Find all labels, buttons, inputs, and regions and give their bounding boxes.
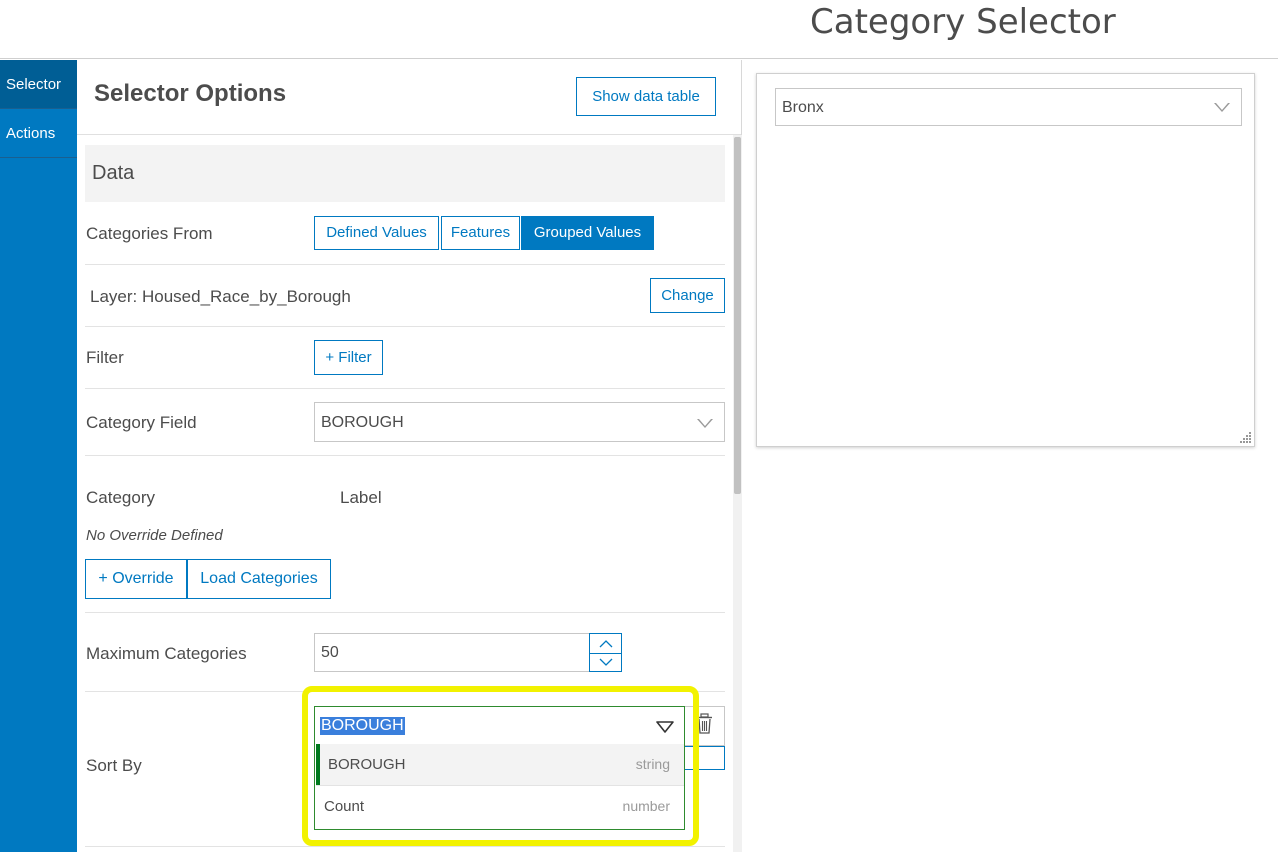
- category-selector-value: Bronx: [782, 99, 824, 116]
- features-button[interactable]: Features: [441, 216, 520, 250]
- data-section-title: Data: [92, 162, 135, 184]
- category-field-select[interactable]: BOROUGH: [314, 402, 725, 442]
- max-categories-value: 50: [321, 644, 339, 661]
- row-divider: [85, 326, 725, 327]
- max-categories-stepper[interactable]: [589, 633, 622, 672]
- filter-label: Filter: [86, 348, 124, 367]
- sort-by-label: Sort By: [86, 756, 142, 775]
- row-divider: [85, 388, 725, 389]
- override-label-header: Label: [340, 488, 382, 507]
- show-data-table-button[interactable]: Show data table: [576, 77, 716, 116]
- category-selector-dropdown[interactable]: Bronx: [775, 88, 1242, 126]
- preview-card: Bronx: [756, 73, 1255, 447]
- override-category-header: Category: [86, 488, 155, 507]
- layer-label: Layer: Housed_Race_by_Borough: [90, 287, 351, 306]
- row-divider: [85, 612, 725, 613]
- tab-actions[interactable]: Actions: [0, 109, 77, 158]
- no-override-text: No Override Defined: [86, 527, 223, 544]
- category-field-value: BOROUGH: [321, 414, 404, 431]
- category-field-label: Category Field: [86, 413, 197, 432]
- add-override-button[interactable]: + Override: [85, 559, 187, 599]
- max-categories-label: Maximum Categories: [86, 644, 247, 663]
- add-filter-button[interactable]: + Filter: [314, 340, 383, 375]
- chevron-up-icon[interactable]: [599, 639, 613, 648]
- scrollbar-thumb[interactable]: [734, 137, 741, 494]
- row-divider: [85, 264, 725, 265]
- load-categories-button[interactable]: Load Categories: [187, 559, 331, 599]
- side-rail: Selector Actions: [0, 60, 77, 852]
- tab-selector[interactable]: Selector: [0, 60, 77, 109]
- panel-header-divider: [77, 134, 742, 135]
- data-section-header[interactable]: [85, 145, 725, 202]
- max-categories-input[interactable]: 50: [314, 633, 590, 672]
- panel-title: Selector Options: [94, 80, 287, 107]
- page-title: Category Selector: [810, 2, 1116, 42]
- row-divider: [85, 846, 725, 847]
- defined-values-button[interactable]: Defined Values: [314, 216, 439, 250]
- highlight-annotation: [302, 686, 699, 846]
- header-divider: [0, 58, 1278, 59]
- row-divider: [85, 455, 725, 456]
- categories-from-label: Categories From: [86, 224, 213, 243]
- grouped-values-button[interactable]: Grouped Values: [521, 216, 654, 250]
- resize-grip-icon[interactable]: [1240, 431, 1252, 443]
- chevron-down-icon[interactable]: [599, 658, 613, 667]
- change-layer-button[interactable]: Change: [650, 278, 725, 313]
